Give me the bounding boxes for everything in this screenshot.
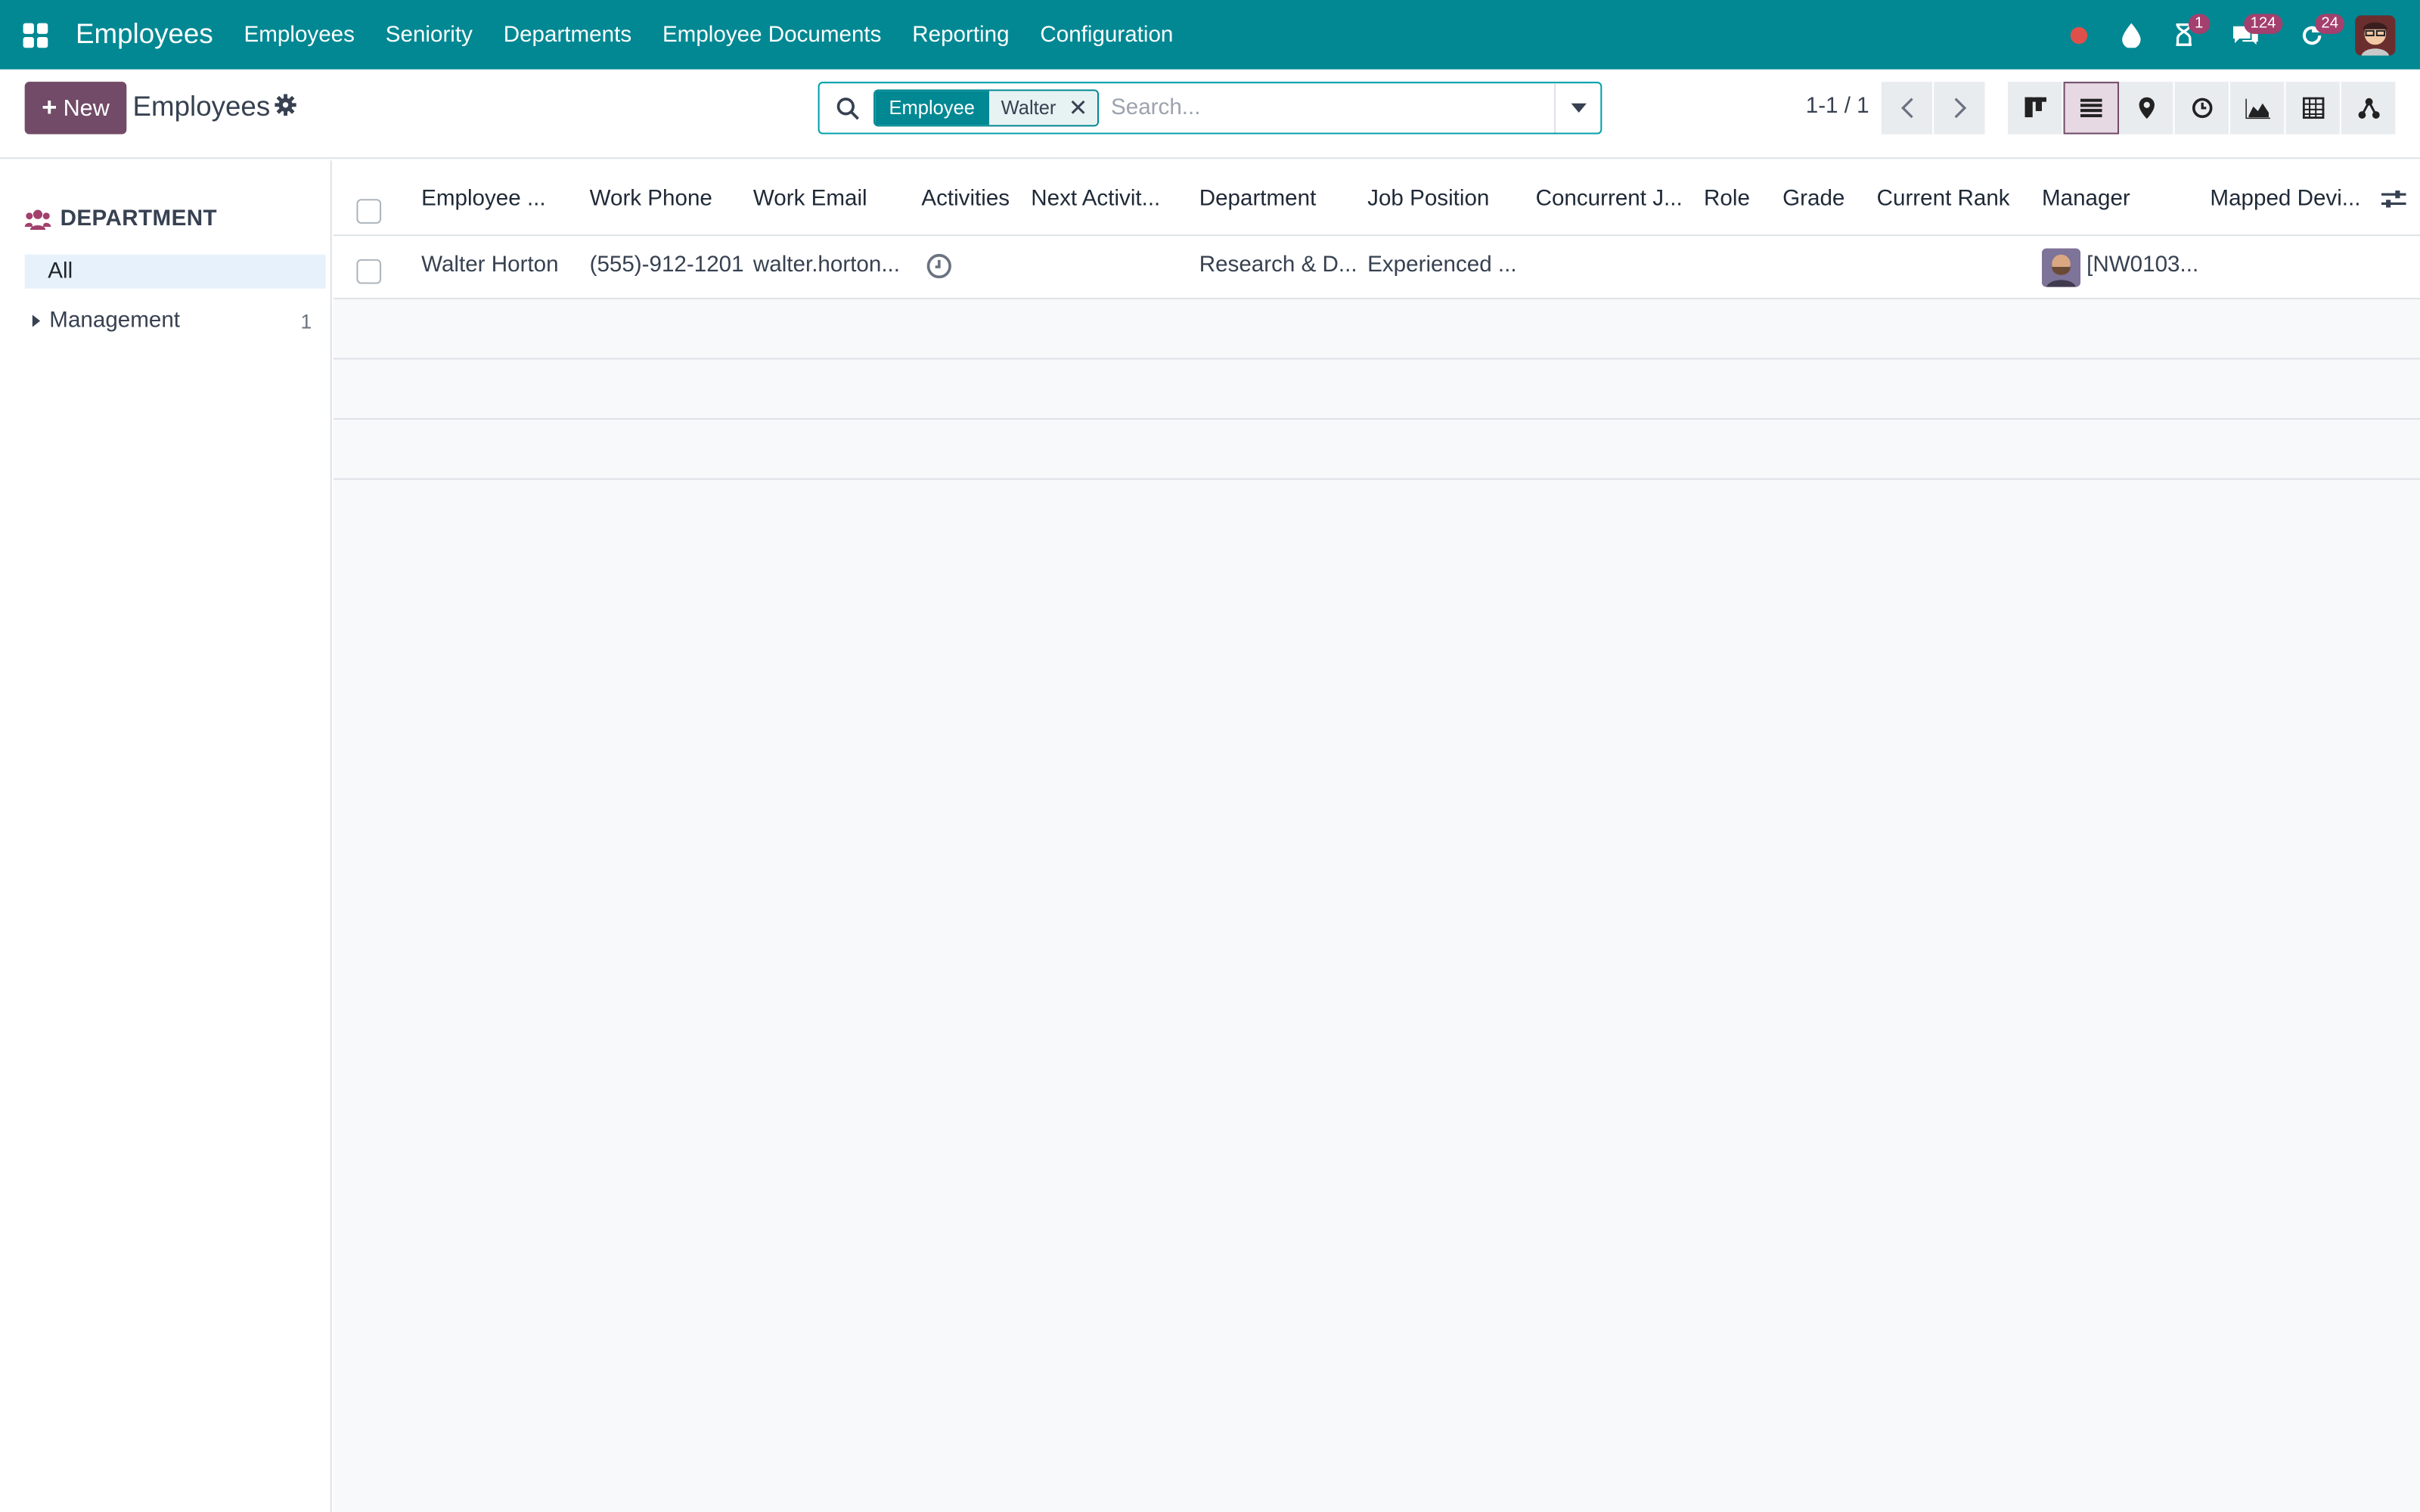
table-row[interactable]: Walter Horton (555)-912-1201 walter.hort… [333, 236, 2420, 299]
column-role[interactable]: Role [1704, 187, 1750, 212]
cell-work-phone: (555)-912-1201 [589, 253, 744, 278]
menu-employee-documents[interactable]: Employee Documents [647, 23, 897, 48]
clock-icon [2191, 98, 2212, 119]
column-job-position[interactable]: Job Position [1367, 187, 1489, 212]
chevron-right-icon [1953, 98, 1966, 119]
search-bar: Employee Walter ✕ [818, 82, 1602, 135]
cell-job-position: Experienced ... [1367, 253, 1517, 278]
menu-employees[interactable]: Employees [228, 23, 370, 48]
search-options-toggle[interactable] [1554, 83, 1600, 133]
list-icon [2080, 98, 2102, 118]
cell-manager: [NW0103... [2086, 253, 2199, 278]
sidebar-item-management[interactable]: Management 1 [25, 305, 318, 336]
messages-badge: 124 [2244, 14, 2282, 34]
top-navbar: Employees Employees Seniority Department… [0, 0, 2420, 70]
user-avatar[interactable] [2355, 14, 2396, 55]
column-grade[interactable]: Grade [1782, 187, 1844, 212]
facet-remove-icon[interactable]: ✕ [1069, 94, 1088, 122]
updates-icon[interactable]: 24 [2281, 0, 2345, 70]
search-input[interactable] [1111, 95, 1555, 121]
sidebar-header: DEPARTMENT [24, 206, 217, 232]
cell-work-email: walter.horton... [752, 253, 901, 278]
caret-right-icon[interactable] [32, 314, 41, 327]
new-button[interactable]: + New [24, 82, 127, 135]
updates-badge: 24 [2315, 14, 2345, 34]
list-view: Employee ... Work Phone Work Email Activ… [333, 160, 2420, 1512]
activity-clock-icon[interactable] [926, 253, 952, 287]
apps-menu-icon[interactable] [23, 22, 48, 48]
facet-label: Employee [875, 91, 989, 125]
kanban-icon [2024, 97, 2046, 118]
pivot-view-button[interactable] [2285, 82, 2341, 135]
column-concurrent-job[interactable]: Concurrent J... [1536, 187, 1683, 212]
map-view-button[interactable] [2119, 82, 2175, 135]
sidebar-item-all[interactable]: All [24, 254, 326, 289]
empty-row [333, 420, 2420, 480]
facet-value-container: Walter ✕ [988, 91, 1097, 125]
graph-view-button[interactable] [2229, 82, 2286, 135]
control-panel: +New Employees Employee Walter ✕ 1-1 / 1 [0, 69, 2420, 160]
column-activities[interactable]: Activities [921, 187, 1010, 212]
column-work-email[interactable]: Work Email [753, 187, 867, 212]
menu-configuration[interactable]: Configuration [1025, 23, 1189, 48]
gear-icon[interactable] [275, 94, 296, 123]
select-all-checkbox[interactable] [356, 199, 382, 224]
optional-columns-icon[interactable] [2381, 188, 2406, 218]
cell-employee-name: Walter Horton [421, 253, 559, 278]
caret-down-icon [1570, 103, 1586, 113]
hierarchy-icon [2357, 98, 2379, 119]
row-checkbox[interactable] [356, 259, 382, 284]
empty-row [333, 299, 2420, 360]
users-icon [24, 209, 51, 231]
column-employee-name[interactable]: Employee ... [421, 187, 545, 212]
map-pin-icon [2138, 97, 2154, 119]
page-title: Employees [132, 91, 271, 122]
search-facet: Employee Walter ✕ [873, 89, 1099, 127]
menu-reporting[interactable]: Reporting [897, 23, 1025, 48]
activities-badge: 1 [2188, 14, 2210, 34]
recording-dot-icon[interactable] [2052, 0, 2105, 70]
column-work-phone[interactable]: Work Phone [590, 187, 712, 212]
pager-previous-button[interactable] [1881, 82, 1933, 135]
list-view-button[interactable] [2063, 82, 2120, 135]
view-switcher [2008, 82, 2397, 135]
table-header: Employee ... Work Phone Work Email Activ… [333, 160, 2420, 237]
menu-departments[interactable]: Departments [488, 23, 647, 48]
pager-value[interactable]: 1-1 / 1 [1806, 94, 1869, 119]
area-chart-icon [2245, 98, 2270, 119]
search-icon [824, 97, 870, 120]
kanban-view-button[interactable] [2008, 82, 2064, 135]
app-brand[interactable]: Employees [76, 18, 213, 51]
column-mapped-devices[interactable]: Mapped Devi... [2210, 187, 2360, 212]
facet-value: Walter [1001, 97, 1056, 119]
messages-icon[interactable]: 124 [2210, 0, 2282, 70]
activities-hourglass-icon[interactable]: 1 [2158, 0, 2210, 70]
menu-seniority[interactable]: Seniority [370, 23, 488, 48]
sidebar-title: DEPARTMENT [60, 206, 217, 232]
sidebar-item-count: 1 [300, 309, 312, 333]
cell-department: Research & D... [1199, 253, 1357, 278]
column-department[interactable]: Department [1199, 187, 1317, 212]
department-sidebar: DEPARTMENT All Management 1 [0, 160, 332, 1512]
activity-view-button[interactable] [2174, 82, 2230, 135]
column-manager[interactable]: Manager [2042, 187, 2130, 212]
new-button-label: New [63, 94, 110, 122]
manager-avatar [2041, 248, 2080, 287]
column-current-rank[interactable]: Current Rank [1877, 187, 2010, 212]
empty-row [333, 359, 2420, 420]
hierarchy-view-button[interactable] [2341, 82, 2397, 135]
pager-next-button[interactable] [1934, 82, 1985, 135]
sidebar-item-label: Management [49, 308, 181, 333]
droplet-icon[interactable] [2105, 0, 2158, 70]
column-next-activity[interactable]: Next Activit... [1031, 187, 1160, 212]
pivot-table-icon [2301, 97, 2324, 119]
chevron-left-icon [1900, 98, 1913, 119]
